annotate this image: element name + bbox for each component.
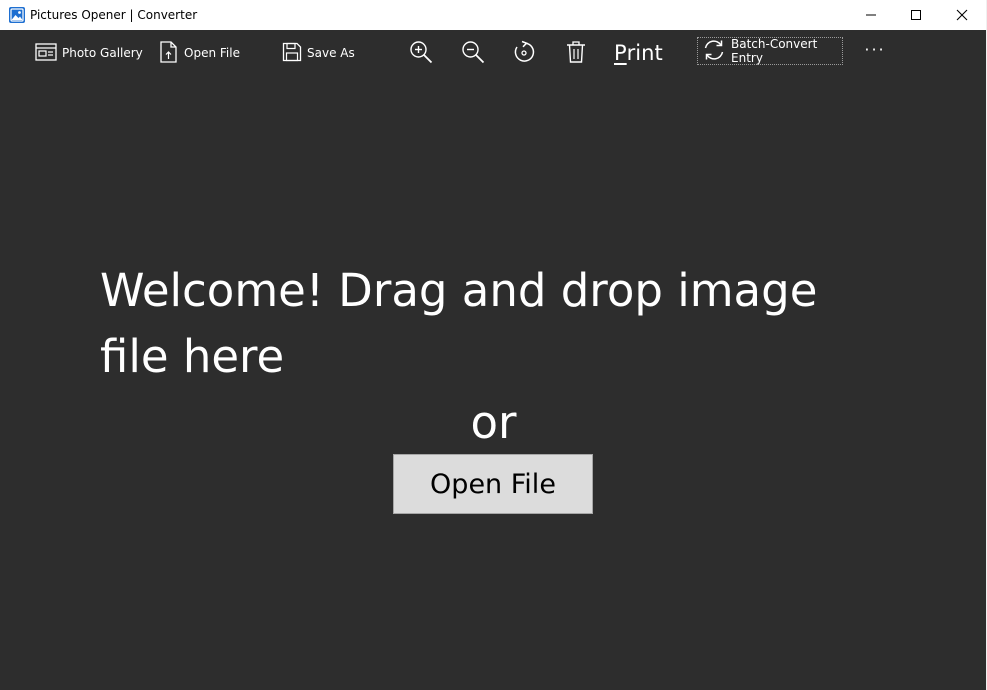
open-file-icon xyxy=(159,40,179,66)
minimize-icon xyxy=(866,14,876,16)
or-separator: or xyxy=(470,396,517,449)
save-as-label: Save As xyxy=(307,46,355,60)
close-icon xyxy=(956,9,968,21)
open-file-label: Open File xyxy=(184,46,240,60)
rotate-icon xyxy=(512,40,536,67)
gallery-icon xyxy=(35,42,57,64)
zoom-out-icon xyxy=(461,40,485,67)
delete-button[interactable] xyxy=(563,30,589,76)
maximize-button[interactable] xyxy=(893,0,939,30)
zoom-in-button[interactable] xyxy=(408,30,434,76)
app-picture-icon xyxy=(9,7,25,23)
title-bar[interactable]: Pictures Opener | Converter xyxy=(0,0,986,30)
window-title: Pictures Opener | Converter xyxy=(30,8,198,22)
more-icon: ··· xyxy=(864,39,886,59)
print-label-accesskey: P xyxy=(614,41,627,65)
save-as-button[interactable]: Save As xyxy=(282,30,355,76)
open-file-button[interactable]: Open File xyxy=(393,454,593,514)
rotate-button[interactable] xyxy=(511,30,537,76)
photo-gallery-button[interactable]: Photo Gallery xyxy=(35,30,143,76)
maximize-icon xyxy=(911,10,921,20)
open-file-toolbar-button[interactable]: Open File xyxy=(159,30,240,76)
sync-icon xyxy=(702,38,726,65)
photo-gallery-label: Photo Gallery xyxy=(62,46,143,60)
close-button[interactable] xyxy=(939,0,985,30)
save-icon xyxy=(282,42,302,65)
batch-convert-button[interactable]: Batch-Convert Entry xyxy=(697,37,843,65)
trash-icon xyxy=(566,40,586,67)
welcome-message: Welcome! Drag and drop image file here xyxy=(100,264,818,383)
zoom-in-icon xyxy=(409,40,433,67)
toolbar: Photo Gallery Open File Save As P rint B… xyxy=(0,30,986,76)
app-window: Pictures Opener | Converter Photo Galler… xyxy=(0,0,987,690)
batch-convert-label: Batch-Convert Entry xyxy=(731,37,818,65)
zoom-out-button[interactable] xyxy=(460,30,486,76)
print-button[interactable]: Print xyxy=(614,30,663,76)
print-label: rint xyxy=(626,41,663,65)
more-options-button[interactable]: ··· xyxy=(862,26,888,72)
